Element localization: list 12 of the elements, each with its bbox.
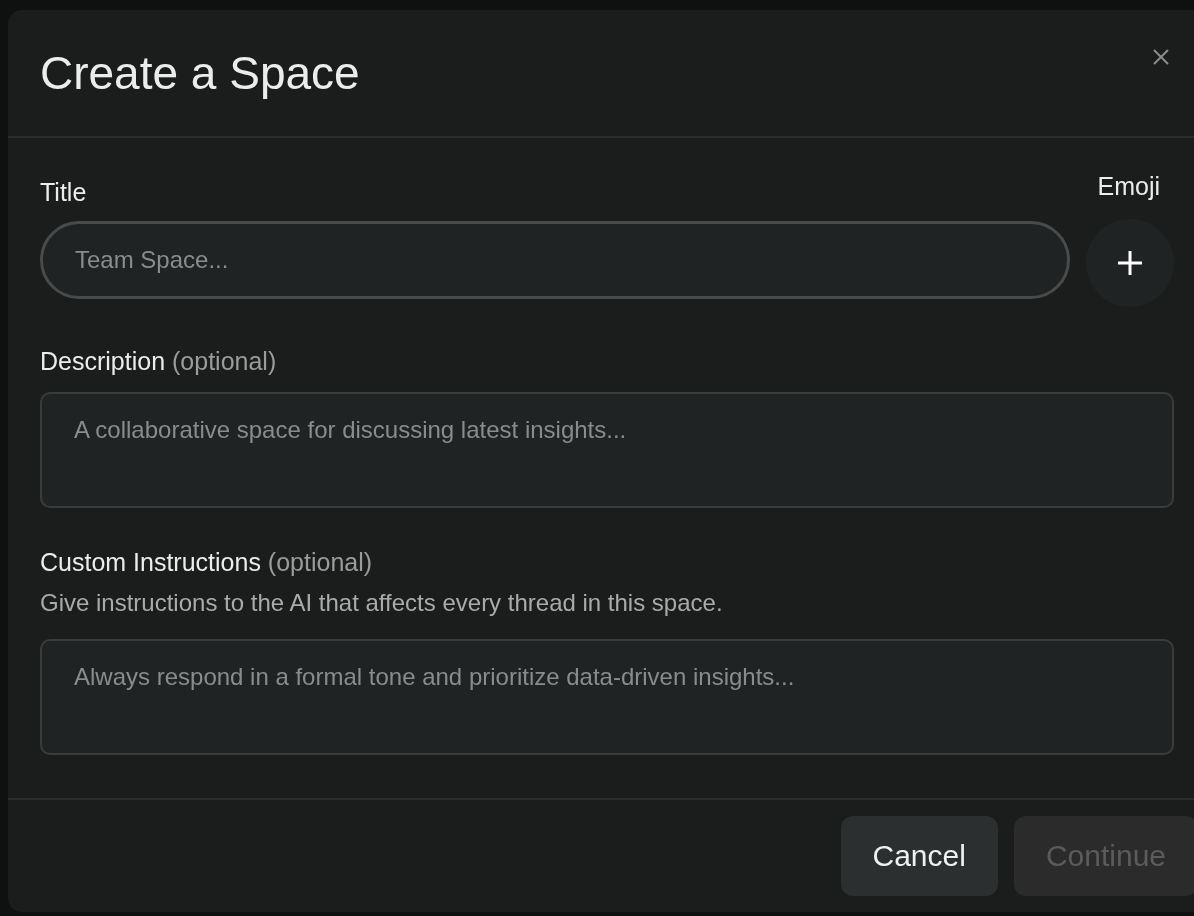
title-input-field[interactable]: Team Space...	[40, 221, 1070, 299]
field-label: Emoji	[1097, 172, 1160, 201]
plus-icon	[1116, 249, 1144, 277]
description-input-field[interactable]: A collaborative space for discussing latest insights...	[40, 392, 1174, 508]
help-text: Give instructions to the AI that affects every thread in this space.	[40, 589, 724, 617]
field-label: Custom Instructions (optional)	[40, 548, 374, 577]
field-label: Description (optional)	[40, 347, 278, 376]
instructions-input-field[interactable]: Always respond in a formal tone and prioritize data-driven insights...	[40, 639, 1174, 755]
cancel-button[interactable]: Cancel	[840, 816, 998, 896]
field-label: Title	[40, 178, 88, 207]
close-icon	[1152, 48, 1170, 66]
dialog-title: Create a Space	[40, 46, 360, 100]
